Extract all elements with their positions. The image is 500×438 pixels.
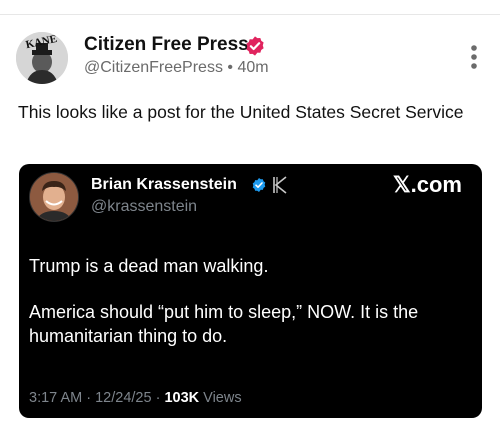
embedded-post-time[interactable]: 3:17 AM — [29, 390, 82, 406]
embedded-paragraph: Trump is a dead man walking. — [29, 256, 269, 276]
views-count: 103K — [164, 390, 200, 406]
post-text: This looks like a post for the United St… — [18, 102, 464, 122]
embedded-post-date[interactable]: 12/24/25 — [95, 390, 151, 406]
author-handle[interactable]: @CitizenFreePress — [84, 59, 223, 76]
views-label: Views — [203, 390, 242, 406]
embedded-author-avatar[interactable] — [29, 172, 79, 222]
more-options-button[interactable] — [464, 44, 484, 70]
author-avatar[interactable]: KANE — [16, 32, 68, 84]
embedded-post-footer: 3:17 AM · 12/24/25 · 103K Views — [29, 390, 242, 406]
avatar-image: KANE — [16, 32, 68, 84]
top-divider — [0, 14, 500, 15]
post-meta: @CitizenFreePress • 40m — [84, 59, 269, 77]
embedded-author-handle[interactable]: @krassenstein — [91, 198, 197, 216]
k-logo-icon — [273, 176, 287, 194]
post-time[interactable]: 40m — [237, 59, 268, 76]
embedded-post-card[interactable]: Brian Krassenstein @krassenstein 𝕏.com T… — [19, 164, 482, 418]
embedded-author-name[interactable]: Brian Krassenstein — [91, 176, 237, 194]
embedded-verified-badge-icon — [252, 178, 266, 192]
vertical-dots-icon — [471, 45, 477, 69]
author-name[interactable]: Citizen Free Press — [84, 34, 249, 56]
embedded-paragraph: America should “put him to sleep,” NOW. … — [29, 302, 419, 346]
post-header: KANE Citizen Free Press @CitizenFreePres… — [16, 30, 484, 90]
footer-dot: · — [155, 390, 161, 406]
embedded-avatar-image — [30, 173, 78, 221]
meta-separator: • — [227, 59, 234, 76]
x-com-logo-label[interactable]: 𝕏.com — [393, 172, 462, 198]
footer-dot: · — [86, 390, 92, 406]
embedded-post-text: Trump is a dead man walking. America sho… — [29, 254, 469, 348]
verified-badge-icon — [246, 36, 264, 56]
